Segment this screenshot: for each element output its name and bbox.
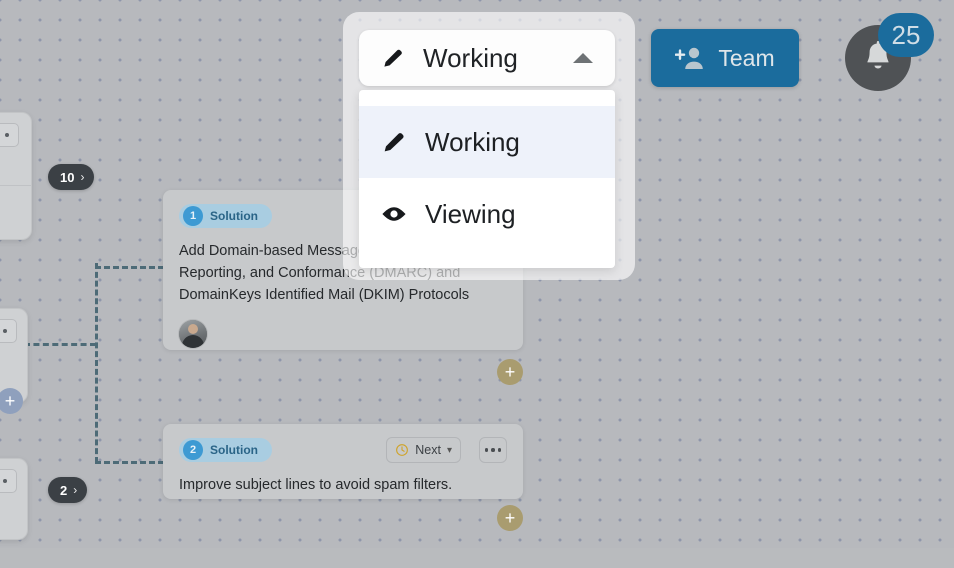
card-text: Improve subject lines to avoid spam filt… [179, 477, 453, 493]
status-label: Next [415, 443, 441, 457]
offscreen-card-top[interactable] [0, 112, 39, 247]
plus-icon: + [4, 391, 16, 411]
plus-icon: + [504, 508, 516, 528]
count-pill-2[interactable]: 2 › [48, 477, 88, 503]
ellipsis-icon [484, 448, 489, 452]
status-dropdown[interactable]: Next ▾ [386, 437, 461, 463]
person-add-icon [675, 47, 704, 69]
mode-option-label: Viewing [425, 198, 516, 229]
mode-option-working[interactable]: Working [359, 106, 615, 178]
connector-line-branch-mid [24, 343, 96, 346]
pencil-icon [384, 49, 402, 67]
mode-selector-label: Working [423, 42, 518, 73]
connector-line-branch-top [95, 266, 173, 269]
card-chip-icon [0, 123, 19, 147]
count-pill-value: 10 [60, 169, 75, 185]
count-pill-value: 2 [60, 482, 68, 498]
connector-line-vertical [95, 263, 98, 463]
notification-count: 25 [891, 19, 921, 50]
board-canvas[interactable]: + 10 › 2 › 1 Solution Add Domain-based M… [0, 0, 954, 568]
solution-badge: 1 Solution [179, 204, 272, 228]
mode-dropdown-menu[interactable]: Working Viewing [359, 90, 615, 268]
caret-up-icon [573, 53, 593, 63]
mode-option-viewing[interactable]: Viewing [359, 178, 615, 250]
chevron-down-icon: ▾ [446, 444, 452, 456]
mode-selector-button[interactable]: Working [359, 30, 615, 86]
team-button[interactable]: Team [651, 29, 799, 87]
add-card-button-1[interactable]: + [497, 359, 523, 385]
card-chip-icon [0, 469, 17, 493]
canvas-bottom-band [0, 548, 954, 568]
mode-option-label: Working [425, 126, 520, 157]
eye-icon [382, 207, 406, 221]
chevron-right-icon: › [73, 483, 78, 497]
avatar[interactable] [179, 320, 207, 348]
offscreen-card-bottom[interactable] [0, 458, 35, 547]
clock-icon [396, 444, 409, 456]
card-chip-icon [0, 319, 17, 343]
solution-card-2[interactable]: 2 Solution Next ▾ Improve subject lines … [163, 424, 523, 499]
side-add-button[interactable]: + [0, 388, 23, 414]
card-header: 2 Solution Next ▾ [179, 437, 507, 463]
plus-icon: + [504, 362, 516, 382]
add-card-button-2[interactable]: + [497, 505, 523, 531]
solution-number: 1 [183, 206, 203, 226]
card-more-button[interactable] [479, 437, 507, 463]
notifications[interactable]: 25 [845, 13, 954, 95]
chevron-right-icon: › [80, 170, 85, 184]
solution-label: Solution [210, 209, 258, 223]
count-pill-10[interactable]: 10 › [48, 164, 95, 190]
connector-line-branch-bottom [95, 461, 173, 464]
card-divider [0, 185, 31, 186]
solution-number: 2 [183, 440, 203, 460]
solution-label: Solution [210, 443, 258, 457]
pencil-icon [384, 133, 404, 152]
solution-badge: 2 Solution [179, 438, 272, 462]
notification-count-badge: 25 [878, 13, 934, 57]
team-button-label: Team [718, 44, 775, 71]
